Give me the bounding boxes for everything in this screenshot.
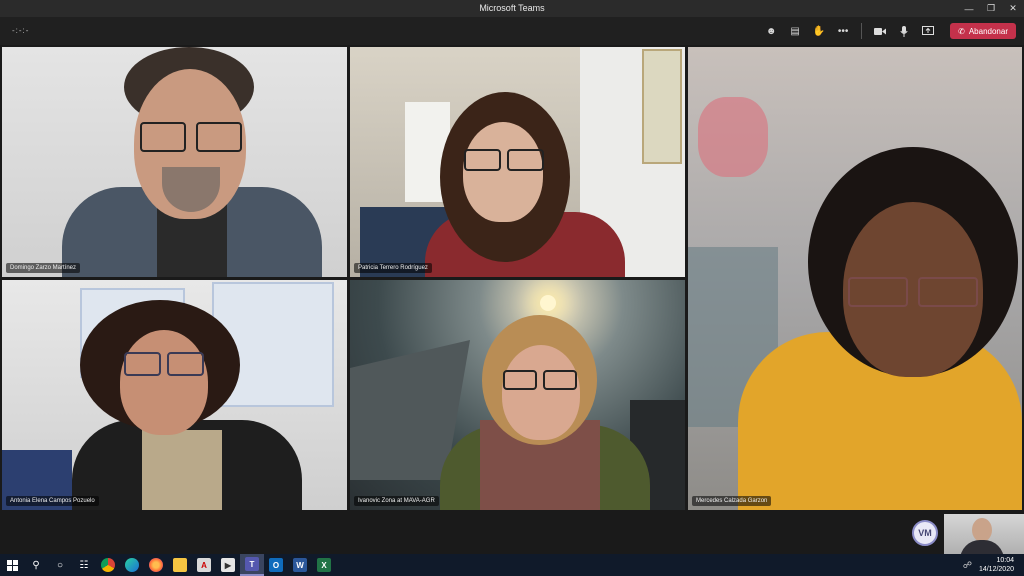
windows-start-icon[interactable] [0, 554, 24, 576]
raise-hand-icon[interactable]: ✋ [809, 21, 829, 41]
search-icon[interactable]: ⚲ [24, 554, 48, 576]
firefox-icon[interactable] [144, 554, 168, 576]
wall-calendar [642, 49, 682, 164]
more-actions-icon[interactable]: ••• [833, 21, 853, 41]
excel-icon[interactable]: X [312, 554, 336, 576]
restore-icon[interactable]: ❐ [980, 0, 1002, 17]
meeting-toolbar: -:-:- ☻ ▤ ✋ ••• ✆ Abandonar [0, 17, 1024, 45]
participant-video [738, 147, 1022, 510]
video-grid: Domingo Zarzo Martínez Patricia Terrero … [0, 45, 1024, 512]
virtual-background-sun [540, 295, 556, 311]
participant-name: Mercedes Calzada Garzon [692, 496, 772, 506]
participant-name: Antonia Elena Campos Pozuelo [6, 496, 99, 506]
chat-icon[interactable]: ▤ [785, 21, 805, 41]
video-tile-1[interactable]: Domingo Zarzo Martínez [2, 47, 347, 277]
window-title: Microsoft Teams [479, 3, 545, 13]
window-titlebar: Microsoft Teams — ❐ ✕ [0, 0, 1024, 17]
minimize-icon[interactable]: — [958, 0, 980, 17]
meeting-timer: -:-:- [12, 26, 30, 35]
leave-button[interactable]: ✆ Abandonar [950, 23, 1016, 39]
network-icon[interactable]: ☍ [963, 560, 972, 571]
file-explorer-icon[interactable] [168, 554, 192, 576]
participant-video [440, 315, 650, 510]
video-tile-4[interactable]: Antonia Elena Campos Pozuelo [2, 280, 347, 510]
camera-icon[interactable] [870, 21, 890, 41]
participant-video [425, 92, 625, 277]
close-icon[interactable]: ✕ [1002, 0, 1024, 17]
microphone-icon[interactable] [894, 21, 914, 41]
participant-video [72, 300, 302, 510]
leave-button-label: Abandonar [968, 26, 1008, 36]
edge-icon[interactable] [120, 554, 144, 576]
acrobat-icon[interactable]: A [192, 554, 216, 576]
share-screen-icon[interactable] [918, 21, 938, 41]
participants-icon[interactable]: ☻ [761, 21, 781, 41]
hang-up-icon: ✆ [958, 26, 965, 36]
avatar[interactable]: VM [912, 520, 938, 546]
video-tile-2[interactable]: Patricia Terrero Rodríguez [350, 47, 685, 277]
system-clock[interactable]: 10:04 14/12/2020 [979, 556, 1014, 574]
clock-date: 14/12/2020 [978, 566, 1014, 573]
windows-taskbar: ⚲ ○ ☷ A ▶ T O W X ☍ 10:04 14/12/2020 [0, 554, 1024, 576]
media-player-icon[interactable]: ▶ [216, 554, 240, 576]
participant-name: Domingo Zarzo Martínez [6, 263, 81, 273]
word-icon[interactable]: W [288, 554, 312, 576]
overflow-strip: VM [0, 512, 1024, 554]
task-view-icon[interactable]: ☷ [72, 554, 96, 576]
video-tile-5[interactable]: Ivanovic Zona at MAVA-AGR [350, 280, 685, 510]
clock-time: 10:04 [996, 557, 1014, 564]
participant-name: Ivanovic Zona at MAVA-AGR [354, 496, 439, 506]
chrome-icon[interactable] [96, 554, 120, 576]
teams-icon[interactable]: T [240, 554, 264, 576]
participant-name: Patricia Terrero Rodríguez [354, 263, 432, 273]
participant-video [62, 47, 322, 277]
video-tile-3[interactable]: Mercedes Calzada Garzon [688, 47, 1022, 510]
outlook-icon[interactable]: O [264, 554, 288, 576]
toolbar-divider [861, 23, 863, 39]
cortana-icon[interactable]: ○ [48, 554, 72, 576]
self-preview[interactable] [944, 514, 1024, 554]
